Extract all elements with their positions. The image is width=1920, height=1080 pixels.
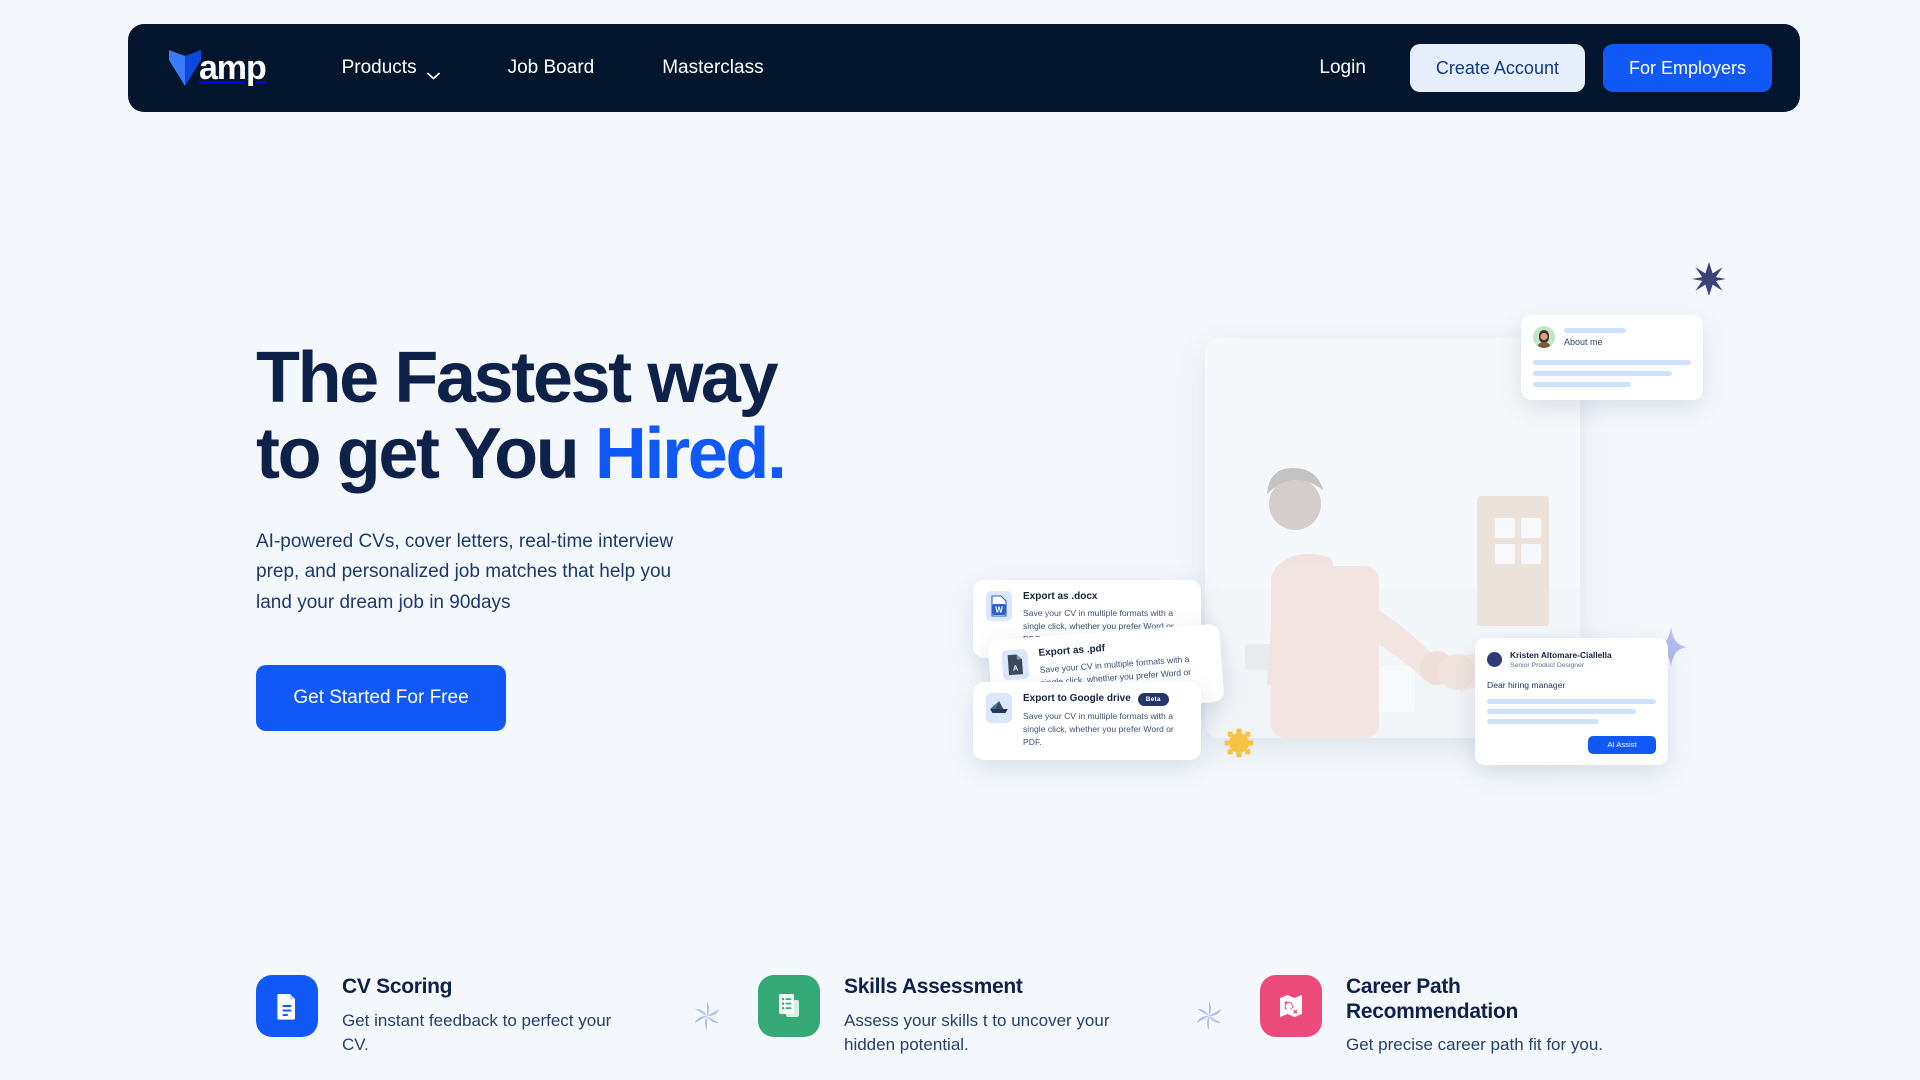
headline-line-1: The Fastest way: [256, 338, 779, 418]
cover-letter-header: Kristen Altomare-Ciallella Senior Produc…: [1487, 650, 1656, 669]
feature-cv-scoring-title: CV Scoring: [342, 975, 453, 998]
headline-line-2-prefix: to get You: [256, 414, 595, 495]
feature-list: CV Scoring Get instant feedback to perfe…: [256, 975, 1816, 1058]
nav-item-masterclass-label: Masterclass: [662, 57, 764, 78]
about-me-body-skeleton: [1533, 360, 1691, 387]
star-burst-icon: [1692, 262, 1726, 301]
brand-name: amp: [199, 49, 267, 87]
cover-letter-card[interactable]: Kristen Altomare-Ciallella Senior Produc…: [1475, 638, 1668, 765]
about-me-card[interactable]: About me: [1521, 315, 1703, 400]
cover-letter-role: Senior Product Designer: [1510, 661, 1585, 669]
get-started-button[interactable]: Get Started For Free: [256, 664, 506, 731]
hero-illustration: W Export as .docx Save your CV in multip…: [970, 262, 1780, 800]
cover-letter-name: Kristen Altomare-Ciallella: [1510, 650, 1612, 660]
nav-item-products-label: Products: [341, 57, 417, 78]
sparkle-asterisk-icon: [690, 999, 724, 1033]
beta-badge: Beta: [1137, 693, 1169, 706]
hero-subheadline: AI-powered CVs, cover letters, real-time…: [256, 530, 674, 614]
feature-career-path-desc: Get precise career path fit for you.: [1346, 1034, 1604, 1054]
sunburst-icon: [1224, 728, 1254, 763]
feature-skills-assessment[interactable]: Skills Assessment Assess your skills t t…: [758, 975, 1158, 1058]
feature-career-path[interactable]: Career Path Recommendation Get precise c…: [1260, 975, 1690, 1057]
feature-cv-scoring[interactable]: CV Scoring Get instant feedback to perfe…: [256, 975, 656, 1058]
login-link[interactable]: Login: [1291, 47, 1394, 89]
word-doc-icon: W: [986, 591, 1012, 621]
checklist-icon: [758, 975, 820, 1037]
feature-cv-scoring-desc: Get instant feedback to perfect your CV.: [342, 1010, 612, 1055]
svg-text:W: W: [995, 606, 1003, 615]
feature-career-path-title: Career Path Recommendation: [1346, 975, 1603, 1025]
document-score-icon: [256, 975, 318, 1037]
export-card-gdrive-desc: Save your CV in multiple formats with a …: [1023, 710, 1174, 747]
feature-skills-assessment-title: Skills Assessment: [844, 975, 1023, 998]
cover-letter-body-skeleton: [1487, 698, 1656, 724]
export-docx-label: Export as .docx: [1023, 591, 1098, 602]
nav-item-job-board[interactable]: Job Board: [474, 47, 629, 89]
main-navbar: amp Products Job Board Masterclass Login…: [128, 24, 1800, 112]
pdf-doc-icon: A: [1001, 649, 1030, 681]
export-card-docx-title: Export as .docx: [1023, 591, 1187, 603]
nav-item-products[interactable]: Products: [308, 47, 474, 89]
user-avatar: [1533, 326, 1555, 348]
create-account-button[interactable]: Create Account: [1409, 44, 1585, 92]
export-gdrive-label: Export to Google drive: [1023, 693, 1131, 705]
vamp-v-logo-icon: [168, 48, 202, 88]
headline-accent: Hired.: [594, 414, 787, 495]
nav-item-masterclass[interactable]: Masterclass: [628, 47, 797, 89]
treasure-map-icon: [1260, 975, 1322, 1037]
feature-career-path-title-line1: Career Path: [1346, 975, 1461, 998]
for-employers-button[interactable]: For Employers: [1602, 44, 1772, 92]
navbar-actions: Login Create Account For Employers: [1291, 44, 1772, 92]
export-card-google-drive[interactable]: Export to Google drive Beta Save your CV…: [973, 682, 1201, 761]
cover-letter-footer: AI Assist: [1487, 724, 1656, 754]
sparkle-asterisk-icon-2: [1192, 999, 1226, 1033]
google-drive-icon: [986, 693, 1012, 723]
hero-content: The Fastest way to get You Hired. AI-pow…: [256, 340, 956, 731]
ai-assist-button[interactable]: AI Assist: [1588, 735, 1656, 754]
page-title: The Fastest way to get You Hired.: [256, 340, 956, 493]
landing-page: amp Products Job Board Masterclass Login…: [0, 0, 1920, 1080]
about-me-header: About me: [1533, 326, 1691, 348]
cover-letter-greeting: Dear hiring manager: [1487, 679, 1566, 690]
feature-skills-assessment-desc: Assess your skills t to uncover your hid…: [844, 1010, 1110, 1055]
about-me-skeleton-bar: [1564, 327, 1626, 333]
about-me-label: About me: [1564, 336, 1603, 347]
cover-letter-avatar: [1487, 651, 1502, 667]
export-pdf-label: Export as .pdf: [1038, 643, 1106, 659]
nav-links: Products Job Board Masterclass: [308, 47, 798, 89]
nav-item-job-board-label: Job Board: [507, 57, 595, 78]
export-card-gdrive-title: Export to Google drive Beta: [1023, 693, 1187, 706]
brand-logo[interactable]: amp: [168, 48, 267, 88]
chevron-down-icon: [426, 64, 440, 80]
feature-career-path-title-line2: Recommendation: [1346, 999, 1518, 1023]
